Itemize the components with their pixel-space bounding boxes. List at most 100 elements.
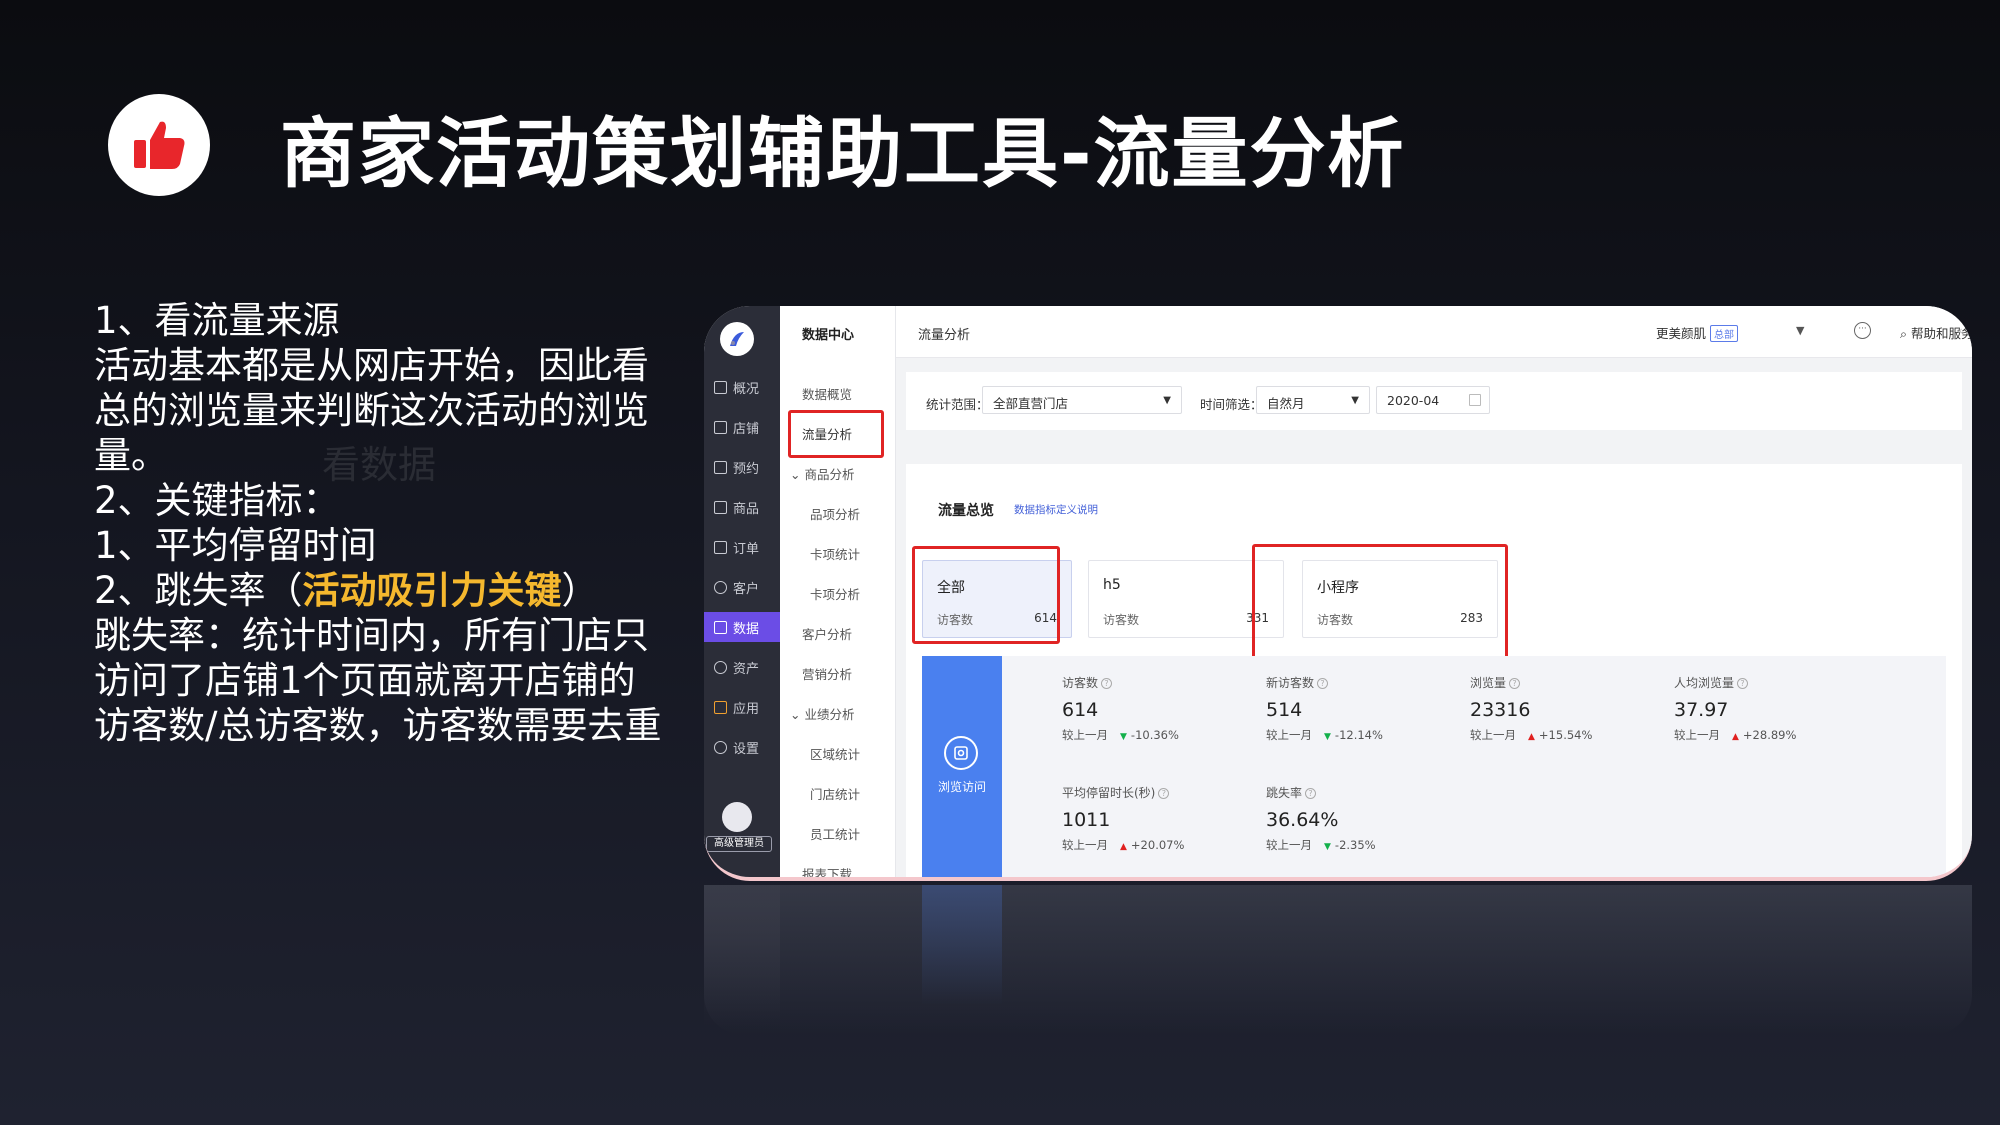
help-icon[interactable]: ? [1101,678,1113,689]
body-line: 总的浏览量来判断这次活动的浏览 [94,389,649,432]
scope-label: 统计范围： [926,397,989,412]
metric-compare: 较上一月 [1266,728,1312,742]
metric-change: +20.07% [1130,838,1185,852]
search-icon: ⌕ [1900,326,1911,341]
help-icon[interactable]: ? [1158,788,1170,799]
subnav-group-label: 业绩分析 [804,707,855,722]
nav-label: 数据 [733,621,760,637]
overview-icon [714,380,727,394]
metric-bounce-rate: 跳失率? 36.64% 较上一月 ▼ -2.35% [1266,784,1376,853]
body-line: 1、平均停留时间 [94,524,377,567]
chat-icon[interactable]: ··· [1854,322,1871,339]
metric-definition-link[interactable]: 数据指标定义说明 [1014,502,1098,517]
main-nav: 概况 店铺 预约 商品 订单 客户 数据 资产 应用 设置 高级管理员 [704,306,780,877]
subnav-item-card-stats[interactable]: 卡项统计 [810,544,860,563]
subnav-item-staff[interactable]: 员工统计 [810,824,860,843]
metric-label: 访客数 [1062,676,1099,690]
subnav-item-report-download[interactable]: 报表下载 [802,864,852,877]
metric-avg-stay-time: 平均停留时长(秒)? 1011 较上一月 ▲ +20.07% [1062,784,1184,853]
subnav-item-data-overview[interactable]: 数据概览 [802,384,852,403]
month-picker[interactable]: 2020-04 [1376,386,1490,414]
nav-item-overview[interactable]: 概况 [704,372,780,402]
card-name: h5 [1103,577,1121,593]
nav-item-goods[interactable]: 商品 [704,492,780,522]
subnav-item-item-analysis[interactable]: 品项分析 [810,504,860,523]
nav-item-customer[interactable]: 客户 [704,572,780,602]
highlight-box [788,410,884,458]
trend-up-icon: ▲ [1528,732,1535,742]
nav-item-order[interactable]: 订单 [704,532,780,562]
month-value: 2020-04 [1387,393,1440,408]
goods-icon [714,500,727,514]
help-label: 帮助和服务 [1910,326,1972,341]
help-icon[interactable]: ? [1737,678,1749,689]
asset-icon [714,660,727,674]
body-line: 跳失率：统计时间内，所有门店只 [94,614,649,657]
reflection-blue [922,885,1002,1005]
store-switcher[interactable]: 更美颜肌 总部 [1656,323,1739,342]
store-tag: 总部 [1710,325,1739,342]
time-type-select[interactable]: 自然月 ▼ [1256,386,1370,414]
metric-label: 人均浏览量 [1674,676,1735,690]
help-icon[interactable]: ? [1317,678,1329,689]
apps-icon [714,700,727,714]
subnav-item-store-stats[interactable]: 门店统计 [810,784,860,803]
subnav-group-goods[interactable]: ⌄ 商品分析 [790,464,854,483]
subnav-item-marketing[interactable]: 营销分析 [802,664,852,683]
caret-down-icon: ▼ [1163,395,1171,406]
metric-label: 浏览量 [1470,676,1507,690]
filter-bar: 统计范围： 全部直营门店 ▼ 时间筛选： 自然月 ▼ 2020-04 [906,372,1962,430]
subnav-item-customer-analysis[interactable]: 客户分析 [802,624,852,643]
screenshot-reflection [704,885,1972,1035]
metric-label: 新访客数 [1266,676,1315,690]
metric-compare: 较上一月 [1062,728,1108,742]
caret-down-icon[interactable]: ▼ [1796,324,1804,337]
nav-item-data[interactable]: 数据 [704,612,780,642]
nav-item-apps[interactable]: 应用 [704,692,780,722]
nav-label: 客户 [733,581,760,597]
top-bar: 流量分析 更美颜肌 总部 ▼ ··· ⌕ 帮助和服务 « [896,306,1972,358]
bounce-suffix: ） [561,569,599,612]
body-line: 访客数/总访客数，访客数需要去重 [94,704,662,747]
thumbs-up-icon [134,121,185,169]
nav-item-store[interactable]: 店铺 [704,412,780,442]
brand-logo-icon [720,322,754,356]
store-icon [714,420,727,434]
trend-down-icon: ▼ [1120,732,1127,742]
sub-nav: 数据中心 数据概览 流量分析 ⌄ 商品分析 品项分析 卡项统计 卡项分析 客户分… [780,306,896,877]
traffic-overview: 流量总览 数据指标定义说明 全部 访客数 614 h5 访客数 331 小程序 … [906,464,1962,877]
breadcrumb: 流量分析 [918,328,971,343]
metric-value: 614 [1062,699,1099,721]
nav-label: 预约 [733,461,760,477]
slide-body: 1、看流量来源 活动基本都是从网店开始，因此看 总的浏览量来判断这次活动的浏览 … [94,298,694,748]
time-label: 时间筛选： [1200,397,1263,412]
metric-compare: 较上一月 [1470,728,1516,742]
highlight-box [1252,544,1508,664]
nav-label: 订单 [733,541,760,557]
subnav-item-card-analysis[interactable]: 卡项分析 [810,584,860,603]
nav-label: 店铺 [733,421,760,437]
scope-select[interactable]: 全部直营门店 ▼ [982,386,1182,414]
subnav-group-performance[interactable]: ⌄ 业绩分析 [790,704,854,723]
nav-item-booking[interactable]: 预约 [704,452,780,482]
avatar[interactable] [722,802,752,832]
calendar-icon [1469,394,1481,406]
collapse-icon[interactable]: « [1956,324,1963,337]
metric-change: +15.54% [1538,728,1593,742]
subnav-item-region[interactable]: 区域统计 [810,744,860,763]
metric-change: +28.89% [1742,728,1797,742]
bounce-rate-line: 2、跳失率（活动吸引力关键） [94,568,694,613]
chart-icon [714,620,727,634]
help-icon[interactable]: ? [1509,678,1521,689]
help-icon[interactable]: ? [1305,788,1317,799]
browse-icon [944,736,978,770]
ghost-text: 看数据 [322,443,437,487]
browse-visit-tab[interactable]: 浏览访问 [922,656,1002,877]
nav-label: 资产 [733,661,760,677]
metric-label: 跳失率 [1266,786,1303,800]
metric-pageviews: 浏览量? 23316 较上一月 ▲ +15.54% [1470,674,1592,743]
nav-item-settings[interactable]: 设置 [704,732,780,762]
nav-item-asset[interactable]: 资产 [704,652,780,682]
store-name: 更美颜肌 [1656,326,1707,341]
app-screenshot: 概况 店铺 预约 商品 订单 客户 数据 资产 应用 设置 高级管理员 数据中心… [704,306,1972,881]
